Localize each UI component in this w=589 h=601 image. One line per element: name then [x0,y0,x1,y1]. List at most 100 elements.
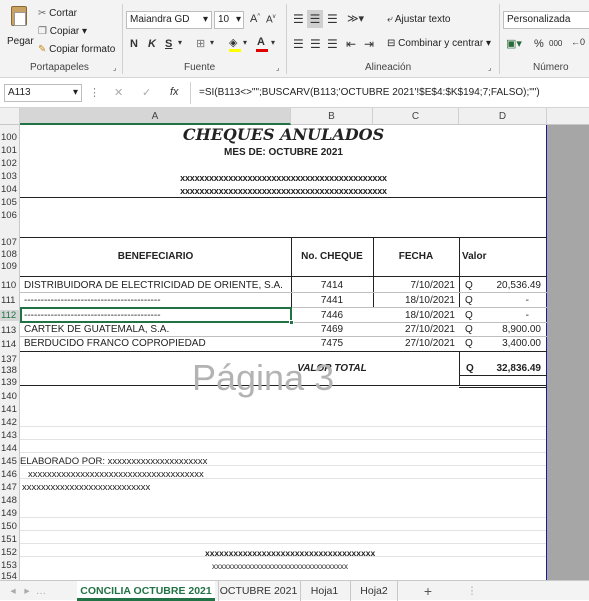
font-color-dropdown-icon[interactable]: ▾ [271,38,275,47]
borders-dropdown-icon[interactable]: ▾ [210,38,214,47]
row-header[interactable]: 144 [0,443,20,454]
enter-icon[interactable]: ✓ [142,86,151,99]
row-header[interactable]: 140 [0,391,20,402]
more-tabs-icon[interactable]: … [34,581,48,601]
column-header-a[interactable]: A [20,108,291,125]
accounting-format-icon[interactable]: ▣▾ [506,37,522,50]
masked-line: xxxxxxxxxxxxxxxxxxxxxxxxxxxxxxxxxxxxxxxx… [180,173,387,183]
fill-dropdown-icon[interactable]: ▾ [243,38,247,47]
row-header[interactable]: 103 [0,171,20,182]
font-name-select[interactable]: Maiandra GD ▾ [126,11,212,29]
entry-beneficiary: ----------------------------------------… [24,295,161,306]
name-box[interactable]: A113 ▾ [4,84,82,102]
dialog-launcher-icon[interactable]: ⌟ [113,64,116,72]
row-header[interactable]: 111 [0,295,20,306]
tab-hoja2[interactable]: Hoja2 [350,581,398,601]
row-header[interactable]: 102 [0,158,20,169]
formula-input[interactable]: =SI(B113<>"";BUSCARV(B113;'OCTUBRE 2021'… [199,87,540,98]
add-sheet-button[interactable]: + [418,581,438,601]
row-header[interactable]: 105 [0,197,20,208]
thousands-separator-button[interactable]: 000 [549,39,562,48]
row-header[interactable]: 113 [0,325,20,336]
select-all-corner[interactable] [0,108,20,125]
align-left-icon[interactable]: ☰ [293,37,304,51]
align-center-icon[interactable]: ☰ [310,37,321,51]
align-top-icon[interactable]: ☰ [293,12,304,26]
paste-button[interactable]: Pegar [4,4,34,54]
bold-button[interactable]: N [130,38,138,50]
grow-font-button[interactable]: A^ [250,13,260,25]
row-header[interactable]: 152 [0,547,20,558]
fill-color-icon[interactable]: ◈ [229,36,241,52]
report-title: CHEQUES ANULADOS [182,125,385,144]
shrink-font-button[interactable]: Av [266,14,276,25]
row-header[interactable]: 147 [0,482,20,493]
row-header[interactable]: 143 [0,430,20,441]
row-header[interactable]: 137 [0,354,20,365]
underline-dropdown-icon[interactable]: ▾ [178,38,182,47]
row-header[interactable]: 109 [0,261,20,272]
merge-center-button[interactable]: ⊟ Combinar y centrar ▾ [387,38,491,49]
scroll-left-icon[interactable]: ◂ [6,581,20,601]
tab-concilia-octubre-2021[interactable]: CONCILIA OCTUBRE 2021 [77,581,215,601]
row-header[interactable]: 146 [0,469,20,480]
increase-decimal-icon[interactable]: ←0 [571,37,585,47]
row-header[interactable]: 100 [0,132,20,143]
row-header[interactable]: 138 [0,365,20,376]
insert-function-icon[interactable]: fx [170,86,179,98]
header-beneficiary: BENEFECIARIO [117,251,194,262]
cut-button[interactable]: ✂ Cortar [38,8,77,19]
decrease-indent-icon[interactable]: ⇤ [346,37,356,51]
row-header[interactable]: 149 [0,508,20,519]
row-header[interactable]: 139 [0,377,20,388]
wrap-text-button[interactable]: ⤶ Ajustar texto [387,14,450,25]
column-header-d[interactable]: D [459,108,547,125]
row-header[interactable]: 145 [0,456,20,467]
row-header[interactable]: 110 [0,280,20,291]
entry-currency: Q [465,310,473,321]
row-header[interactable]: 106 [0,210,20,221]
row-header[interactable]: 101 [0,145,20,156]
font-size-select[interactable]: 10 ▾ [214,11,244,29]
row-header[interactable]: 150 [0,521,20,532]
masked-line: xxxxxxxxxxxxxxxxxxxxxxxxxxxxxxxxxxxxx [28,469,204,480]
row-header-selected[interactable]: 112 [0,310,20,321]
tab-scroll-handle-icon[interactable]: ⋮ [465,581,479,601]
row-header[interactable]: 114 [0,339,20,350]
align-middle-icon[interactable]: ☰ [307,10,323,28]
font-dialog-launcher-icon[interactable]: ⌟ [276,64,279,72]
entry-currency: Q [465,280,473,291]
entry-cheque: 7441 [320,295,344,306]
alignment-dialog-launcher-icon[interactable]: ⌟ [488,64,491,72]
row-header[interactable]: 148 [0,495,20,506]
underline-button[interactable]: S [165,38,172,50]
cancel-icon[interactable]: ✕ [114,86,123,99]
row-header[interactable]: 142 [0,417,20,428]
column-header-b[interactable]: B [291,108,373,125]
tab-hoja1[interactable]: Hoja1 [300,581,348,601]
scroll-right-icon[interactable]: ▸ [20,581,34,601]
signature-line: xxxxxxxxxxxxxxxxxxxxxxxxxxxxxxxxxxxx [205,548,376,558]
entry-date: 18/10/2021 [404,295,455,306]
align-bottom-icon[interactable]: ☰ [327,12,338,26]
italic-button[interactable]: K [148,38,156,50]
copy-button[interactable]: ❐ Copiar ▾ [38,26,87,37]
orientation-icon[interactable]: ≫▾ [347,12,364,25]
row-header[interactable]: 151 [0,534,20,545]
row-header[interactable]: 141 [0,404,20,415]
borders-icon[interactable]: ⊞ [196,37,205,50]
font-color-button[interactable]: A [256,36,268,52]
tab-octubre-2021[interactable]: OCTUBRE 2021 [218,581,298,601]
entry-date: 18/10/2021 [404,310,455,321]
format-painter-button[interactable]: ✎ Copiar formato [38,44,115,55]
row-header[interactable]: 153 [0,560,20,571]
increase-indent-icon[interactable]: ⇥ [364,37,374,51]
align-right-icon[interactable]: ☰ [327,37,338,51]
row-header[interactable]: 104 [0,184,20,195]
number-format-select[interactable]: Personalizada [503,11,589,29]
row-header[interactable]: 108 [0,249,20,260]
row-header[interactable]: 107 [0,237,20,248]
column-header-c[interactable]: C [373,108,459,125]
worksheet-grid[interactable]: CHEQUES ANULADOS MES DE: OCTUBRE 2021 xx… [20,125,547,580]
percent-button[interactable]: % [534,38,544,50]
